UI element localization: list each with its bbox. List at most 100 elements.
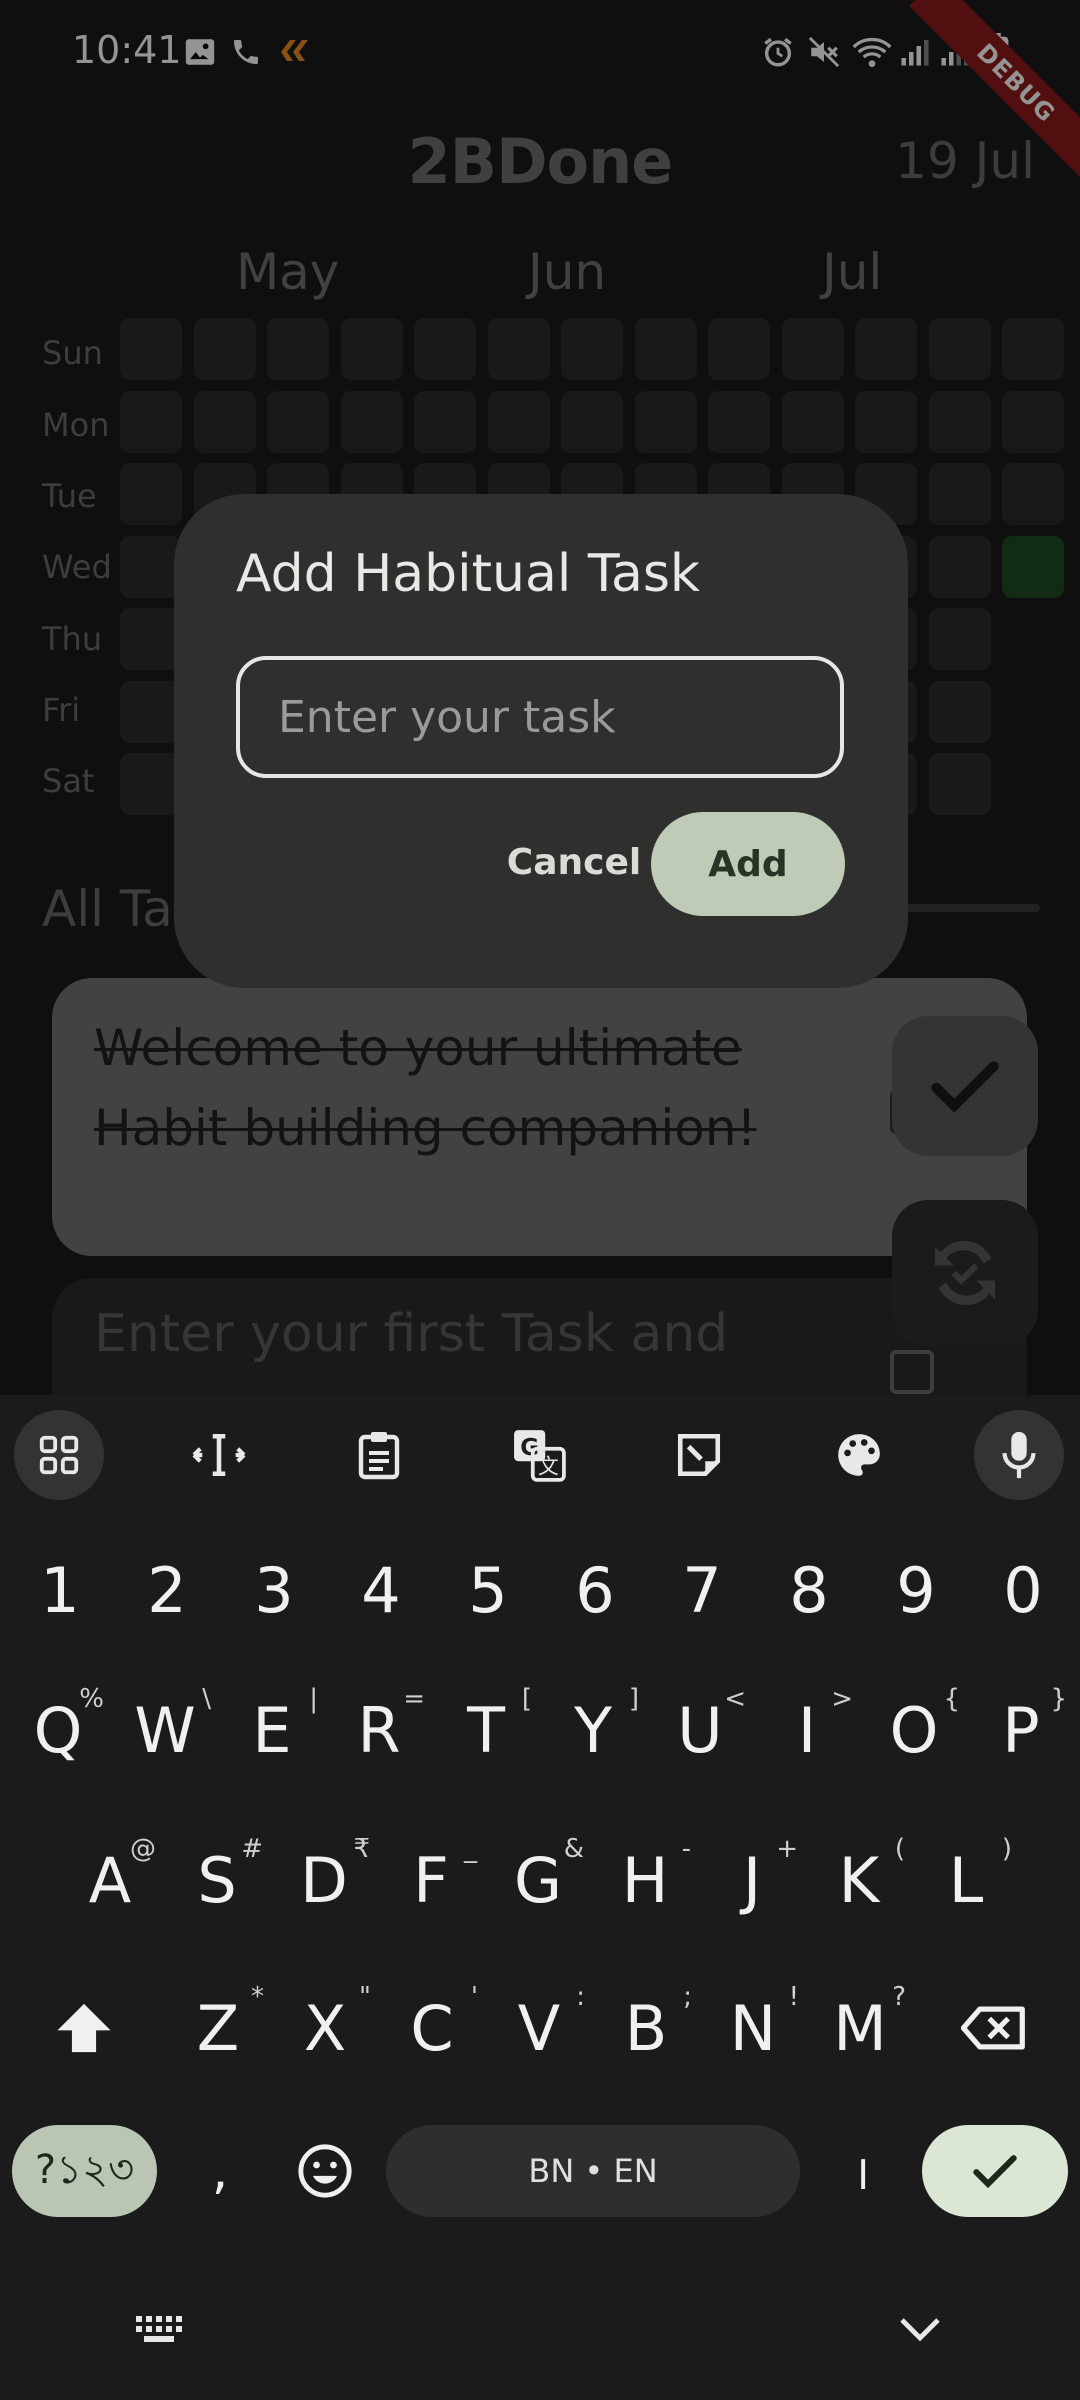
cancel-button[interactable]: Cancel — [484, 810, 664, 914]
key-label: 4 — [361, 1553, 401, 1627]
space-key[interactable]: BN • EN — [386, 2125, 800, 2217]
task-input[interactable] — [236, 656, 844, 778]
key[interactable]: X " — [275, 1978, 375, 2078]
key[interactable]: 9 — [866, 1540, 966, 1640]
key-label: X — [303, 1991, 347, 2065]
key[interactable]: T[ — [436, 1680, 536, 1780]
key-hint: } — [1050, 1684, 1067, 1714]
key[interactable]: W \ — [115, 1680, 215, 1780]
key-hint: " — [359, 1982, 371, 2012]
shift-icon — [57, 2003, 111, 2053]
key[interactable]: J + — [702, 1830, 802, 1930]
key-hint: { — [943, 1684, 960, 1714]
hide-keyboard-icon[interactable] — [880, 2300, 960, 2360]
shift-key[interactable] — [34, 1978, 134, 2078]
clipboard-icon[interactable] — [334, 1410, 424, 1500]
key-label: G — [513, 1843, 563, 1917]
key-label: H — [621, 1843, 669, 1917]
key-label: T — [467, 1693, 505, 1767]
apps-grid-icon[interactable] — [14, 1410, 104, 1500]
key-hint: > — [831, 1684, 853, 1714]
key[interactable]: K( — [809, 1830, 909, 1930]
key-label: 1 — [40, 1553, 80, 1627]
key[interactable]: 8 — [759, 1540, 859, 1640]
key[interactable]: V: — [489, 1978, 589, 2078]
key[interactable]: S # — [167, 1830, 267, 1930]
check-icon — [973, 2155, 1017, 2189]
add-button[interactable]: Add — [651, 812, 845, 916]
key-label: W — [134, 1693, 196, 1767]
add-task-dialog: Add Habitual Task Cancel Add — [174, 494, 908, 988]
key[interactable]: 3 — [224, 1540, 324, 1640]
key-label: I — [797, 1693, 817, 1767]
key[interactable]: D ₹ — [274, 1830, 374, 1930]
key-hint: * — [251, 1982, 264, 2012]
key[interactable]: 0 — [973, 1540, 1073, 1640]
key[interactable]: A @ — [60, 1830, 160, 1930]
key[interactable]: F _ — [381, 1830, 481, 1930]
key-label: B — [624, 1991, 668, 2065]
key-hint: [ — [521, 1684, 532, 1714]
key-label: K — [838, 1843, 880, 1917]
key[interactable]: G & — [488, 1830, 588, 1930]
key-label: S — [197, 1843, 237, 1917]
key[interactable]: U < — [650, 1680, 750, 1780]
key[interactable]: N! — [703, 1978, 803, 2078]
key[interactable]: Q% — [8, 1680, 108, 1780]
key-label: 5 — [468, 1553, 508, 1627]
sticker-icon[interactable] — [654, 1410, 744, 1500]
key-label: 7 — [682, 1553, 722, 1627]
key[interactable]: R = — [329, 1680, 429, 1780]
key[interactable]: E | — [222, 1680, 322, 1780]
key[interactable]: 1 — [10, 1540, 110, 1640]
key-hint: # — [241, 1834, 263, 1864]
cursor-control-icon[interactable] — [174, 1410, 264, 1500]
key-label: 9 — [896, 1553, 936, 1627]
key[interactable]: 5 — [438, 1540, 538, 1640]
symbols-key[interactable]: ?১২৩ — [12, 2125, 157, 2217]
key[interactable]: M? — [810, 1978, 910, 2078]
key[interactable]: 2 — [117, 1540, 217, 1640]
emoji-key[interactable] — [282, 2125, 368, 2217]
key[interactable]: Z * — [168, 1978, 268, 2078]
key-label: Z — [196, 1991, 240, 2065]
danda-key[interactable]: । — [820, 2125, 902, 2217]
key-label: M — [833, 1991, 887, 2065]
mic-icon[interactable] — [974, 1410, 1064, 1500]
key-label: F — [413, 1843, 449, 1917]
backspace-icon — [961, 2006, 1025, 2050]
key-label: P — [1002, 1693, 1040, 1767]
key-label: Y — [574, 1693, 612, 1767]
palette-icon[interactable] — [814, 1410, 904, 1500]
key-hint: ? — [892, 1982, 906, 2012]
key[interactable]: H- — [595, 1830, 695, 1930]
key-label: E — [252, 1693, 292, 1767]
dialog-title: Add Habitual Task — [236, 544, 701, 604]
key-label: J — [742, 1843, 762, 1917]
keyboard-switch-icon[interactable] — [120, 2300, 200, 2360]
key-hint: ) — [1001, 1834, 1012, 1864]
key-hint: < — [724, 1684, 746, 1714]
key[interactable]: 7 — [652, 1540, 752, 1640]
key-hint: ! — [788, 1982, 799, 2012]
key[interactable]: 6 — [545, 1540, 645, 1640]
key[interactable]: P} — [971, 1680, 1071, 1780]
comma-key[interactable]: , — [180, 2125, 260, 2217]
enter-key[interactable] — [922, 2125, 1068, 2217]
key-label: Q — [33, 1693, 83, 1767]
key-label: O — [889, 1693, 939, 1767]
key-label: R — [357, 1693, 401, 1767]
key-label: V — [517, 1991, 561, 2065]
key[interactable]: 4 — [331, 1540, 431, 1640]
key-label: 8 — [789, 1553, 829, 1627]
key-hint: @ — [130, 1834, 156, 1864]
key[interactable]: L) — [916, 1830, 1016, 1930]
backspace-key[interactable] — [944, 1978, 1044, 2078]
key[interactable]: B; — [596, 1978, 696, 2078]
key[interactable]: C ' — [382, 1978, 482, 2078]
translate-icon[interactable]: G文 — [494, 1410, 584, 1500]
key[interactable]: O{ — [864, 1680, 964, 1780]
key[interactable]: I > — [757, 1680, 857, 1780]
svg-text:文: 文 — [538, 1455, 559, 1479]
key[interactable]: Y] — [543, 1680, 643, 1780]
